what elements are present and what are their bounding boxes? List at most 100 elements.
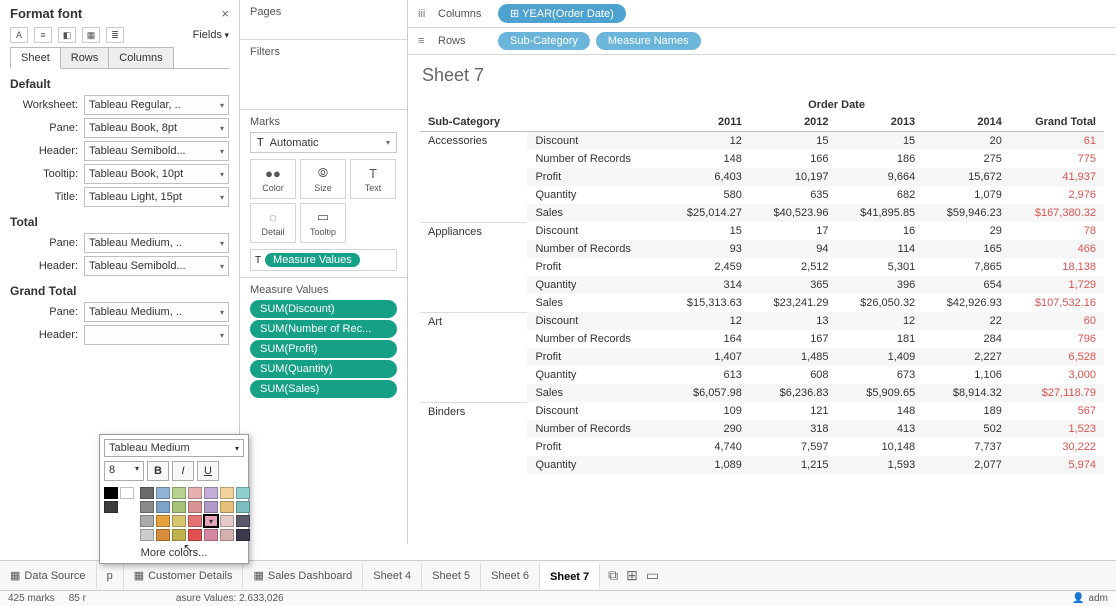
rows-icon: ≡ — [418, 35, 432, 47]
lines-scope-icon[interactable]: ≣ — [106, 27, 124, 43]
mark-tooltip[interactable]: ▭Tooltip — [300, 203, 346, 243]
color-swatch[interactable] — [204, 529, 218, 541]
pages-shelf[interactable]: Pages — [250, 6, 397, 18]
color-swatch[interactable] — [188, 487, 202, 499]
worksheet-tab[interactable]: Sheet 7 — [540, 563, 600, 589]
worksheet-tab[interactable]: Sheet 5 — [422, 563, 481, 589]
more-colors-link[interactable]: More colors... — [104, 547, 244, 559]
sheet-title[interactable]: Sheet 7 — [408, 55, 1116, 96]
underline-button[interactable]: U — [197, 461, 219, 481]
font-select[interactable]: Tableau Regular, .. — [84, 95, 229, 115]
measure-cell: Profit — [527, 258, 663, 276]
grand-total-cell: $107,532.16 — [1010, 294, 1104, 312]
mark-color[interactable]: ●●Color — [250, 159, 296, 199]
shade-scope-icon[interactable]: ◧ — [58, 27, 76, 43]
worksheet-tab[interactable]: ▦ Customer Details — [124, 563, 244, 589]
format-tab-columns[interactable]: Columns — [108, 47, 173, 68]
color-swatch[interactable] — [204, 515, 218, 527]
font-select[interactable]: Tableau Book, 10pt — [84, 164, 229, 184]
font-select[interactable]: Tableau Light, 15pt — [84, 187, 229, 207]
color-swatch[interactable] — [172, 501, 186, 513]
column-pill-year[interactable]: ⊞ YEAR(Order Date) — [498, 4, 626, 23]
worksheet-tab[interactable]: p — [97, 563, 124, 589]
color-swatch[interactable] — [156, 501, 170, 513]
color-swatch[interactable] — [220, 529, 234, 541]
color-swatch[interactable] — [140, 529, 154, 541]
color-swatch[interactable] — [236, 529, 250, 541]
value-cell: 29 — [923, 222, 1010, 240]
color-swatch[interactable] — [220, 515, 234, 527]
worksheet-tab[interactable]: ▦ Sales Dashboard — [243, 563, 363, 589]
format-tab-sheet[interactable]: Sheet — [10, 47, 61, 69]
measure-cell: Quantity — [527, 276, 663, 294]
color-swatch[interactable] — [236, 501, 250, 513]
color-swatch[interactable] — [156, 515, 170, 527]
color-swatch[interactable] — [188, 529, 202, 541]
measure-value-pill[interactable]: SUM(Quantity) — [250, 360, 397, 378]
font-select[interactable]: Tableau Medium, .. — [84, 233, 229, 253]
format-tab-rows[interactable]: Rows — [60, 47, 110, 68]
color-swatch[interactable] — [156, 529, 170, 541]
color-swatch[interactable] — [104, 501, 118, 513]
color-swatch[interactable] — [236, 487, 250, 499]
mark-size[interactable]: ⦾Size — [300, 159, 346, 199]
font-select[interactable]: Tableau Medium, .. — [84, 302, 229, 322]
text-encoding-pill[interactable]: TMeasure Values — [250, 249, 397, 271]
font-scope-icon[interactable]: A — [10, 27, 28, 43]
bold-button[interactable]: B — [147, 461, 169, 481]
value-cell: 94 — [750, 240, 837, 258]
mark-detail[interactable]: ◌Detail — [250, 203, 296, 243]
worksheet-tab[interactable]: Sheet 4 — [363, 563, 422, 589]
font-select[interactable]: Tableau Book, 8pt — [84, 118, 229, 138]
close-icon[interactable]: × — [221, 6, 229, 21]
color-swatch[interactable] — [188, 515, 202, 527]
worksheet-tab[interactable]: Sheet 6 — [481, 563, 540, 589]
color-swatch[interactable] — [140, 515, 154, 527]
value-cell: 580 — [663, 186, 750, 204]
new-story-icon[interactable]: ▭ — [646, 567, 659, 584]
font-family-select[interactable]: Tableau Medium — [104, 439, 244, 457]
data-source-tab[interactable]: ▦ Data Source — [0, 563, 97, 588]
new-worksheet-icon[interactable]: ⧉ — [608, 567, 618, 584]
measure-cell: Sales — [527, 384, 663, 402]
row-pill-subcategory[interactable]: Sub-Category — [498, 32, 590, 50]
font-select[interactable]: Tableau Semibold... — [84, 141, 229, 161]
value-cell: 1,485 — [750, 348, 837, 366]
italic-button[interactable]: I — [172, 461, 194, 481]
font-size-select[interactable]: 8 — [104, 461, 144, 481]
fields-dropdown[interactable]: Fields — [193, 29, 229, 41]
row-pill-measure-names[interactable]: Measure Names — [596, 32, 701, 50]
color-swatch[interactable] — [220, 501, 234, 513]
color-swatch[interactable] — [172, 487, 186, 499]
font-select[interactable] — [84, 325, 229, 345]
format-label: Tooltip: — [10, 168, 84, 180]
color-swatch[interactable] — [172, 529, 186, 541]
color-swatch[interactable] — [156, 487, 170, 499]
font-select[interactable]: Tableau Semibold... — [84, 256, 229, 276]
new-dashboard-icon[interactable]: ⊞ — [626, 567, 638, 584]
filters-shelf[interactable]: Filters — [250, 46, 397, 58]
color-swatch[interactable] — [140, 501, 154, 513]
color-swatch[interactable] — [220, 487, 234, 499]
subcategory-cell: Accessories — [420, 132, 527, 223]
rows-shelf[interactable]: ≡ Rows Sub-Category Measure Names — [408, 28, 1116, 55]
color-swatch[interactable] — [188, 501, 202, 513]
color-swatch[interactable] — [236, 515, 250, 527]
color-swatch[interactable] — [104, 487, 118, 499]
measure-value-pill[interactable]: SUM(Discount) — [250, 300, 397, 318]
color-swatch[interactable] — [172, 515, 186, 527]
measure-value-pill[interactable]: SUM(Number of Rec... — [250, 320, 397, 338]
mark-text[interactable]: TText — [350, 159, 396, 199]
marks-type-dropdown[interactable]: TAutomatic — [250, 132, 397, 153]
grand-total-cell: 41,937 — [1010, 168, 1104, 186]
format-scope-icons: A ≡ ◧ ▦ ≣ — [10, 27, 124, 43]
align-scope-icon[interactable]: ≡ — [34, 27, 52, 43]
border-scope-icon[interactable]: ▦ — [82, 27, 100, 43]
color-swatch[interactable] — [120, 487, 134, 499]
color-swatch[interactable] — [140, 487, 154, 499]
color-swatch[interactable] — [204, 501, 218, 513]
measure-value-pill[interactable]: SUM(Sales) — [250, 380, 397, 398]
columns-shelf[interactable]: iii Columns ⊞ YEAR(Order Date) — [408, 0, 1116, 28]
measure-value-pill[interactable]: SUM(Profit) — [250, 340, 397, 358]
color-swatch[interactable] — [204, 487, 218, 499]
